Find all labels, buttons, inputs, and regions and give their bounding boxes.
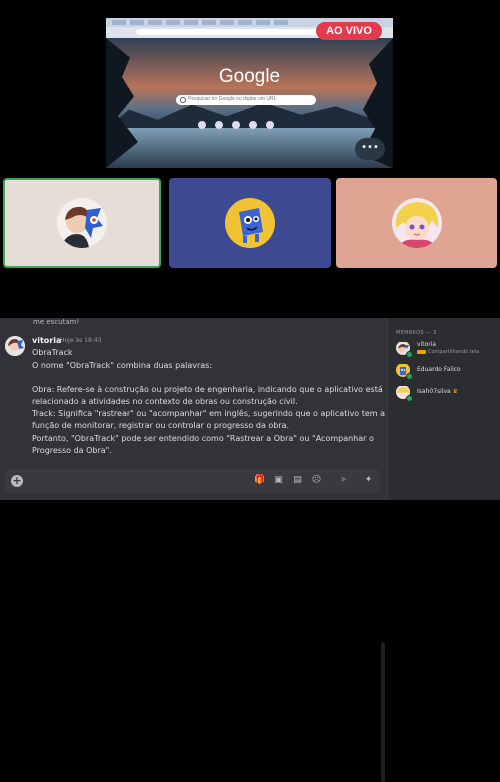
screen-share-icon (417, 349, 426, 354)
member-item[interactable]: Eduardo Falico (396, 362, 500, 380)
message-author[interactable]: vitoria (32, 336, 61, 345)
send-icon[interactable]: ➤ (338, 475, 349, 486)
message-composer[interactable]: + 🎁 ▣ ▤ ☹ ➤ ✦ (5, 469, 380, 493)
message-line: Obra: Refere-se à construção ou projeto … (32, 385, 383, 394)
google-search-box: Pesquisar no Google ou digitar um URL (176, 95, 316, 105)
message-line: função de monitorar, registrar ou contro… (32, 421, 290, 430)
avatar (225, 198, 275, 248)
shortcut-icon (198, 121, 206, 129)
avatar[interactable] (5, 336, 25, 356)
chat-scrollbar[interactable] (381, 642, 385, 782)
participant-tile-3[interactable] (336, 178, 497, 268)
online-status-icon (406, 351, 413, 358)
shortcut-icon (215, 121, 223, 129)
previous-message-text: me escutam! (33, 318, 80, 326)
call-stage: Google Pesquisar no Google ou digitar um… (0, 0, 500, 285)
add-attachment-button[interactable]: + (11, 475, 23, 487)
sticker-icon[interactable]: ▤ (292, 475, 303, 486)
avatar (391, 198, 442, 248)
message-line: Track: Significa "rastrear" ou "acompanh… (32, 409, 386, 418)
search-icon (180, 97, 186, 103)
online-status-icon (406, 373, 413, 380)
crown-icon: ♛ (452, 388, 459, 395)
gif-icon[interactable]: ▣ (273, 475, 284, 486)
member-name: vitoria (417, 341, 437, 348)
emoji-icon[interactable]: ☹ (311, 475, 322, 486)
live-badge: AO VIVO (316, 22, 382, 40)
participant-tile-2[interactable] (169, 178, 331, 268)
screen-share-stream[interactable]: Google Pesquisar no Google ou digitar um… (106, 18, 393, 168)
chat-panel: me escutam! vitoria Hoje às 18:43 ObraTr… (0, 318, 387, 782)
member-name: Eduardo Falico (417, 366, 461, 373)
message-line: Progresso da Obra". (32, 446, 112, 455)
shortcut-icon (249, 121, 257, 129)
member-list: MEMBROS — 3 vitoria Compartilhando tela … (387, 318, 500, 500)
google-logo: Google (218, 66, 281, 87)
avatar (57, 198, 107, 248)
shortcut-icon (266, 121, 274, 129)
member-name: Isah07silva ♛ (417, 388, 459, 395)
member-list-header: MEMBROS — 3 (396, 330, 437, 336)
address-bar (136, 29, 326, 35)
message-line: O nome "ObraTrack" combina duas palavras… (32, 361, 213, 370)
member-status: Compartilhando tela (417, 349, 479, 355)
google-shortcuts (198, 114, 308, 129)
google-search-placeholder: Pesquisar no Google ou digitar um URL (188, 96, 277, 102)
gift-icon[interactable]: 🎁 (254, 475, 265, 486)
shortcut-icon (232, 121, 240, 129)
message-timestamp: Hoje às 18:43 (60, 337, 102, 344)
message-line: Portanto, "ObraTrack" pode ser entendido… (32, 434, 374, 443)
member-item[interactable]: vitoria Compartilhando tela (396, 340, 500, 358)
message-line: ObraTrack (32, 348, 73, 357)
online-status-icon (406, 395, 413, 402)
member-item[interactable]: Isah07silva ♛ (396, 384, 500, 402)
stream-more-button[interactable]: ••• (355, 138, 385, 160)
message-line: relacionado a atividades no contexto de … (32, 397, 298, 406)
apps-icon[interactable]: ✦ (363, 475, 374, 486)
participant-tile-1[interactable] (3, 178, 161, 268)
